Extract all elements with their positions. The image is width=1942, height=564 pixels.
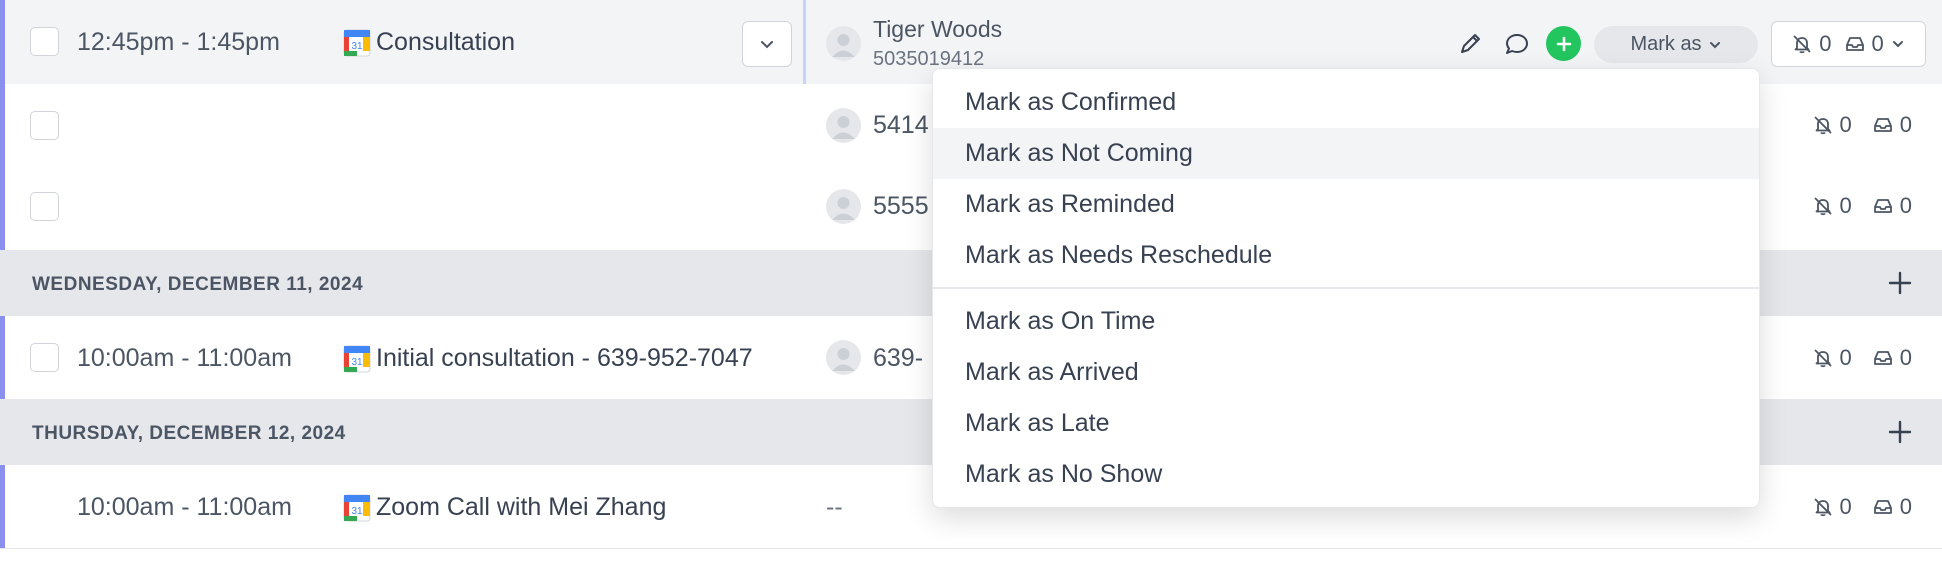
pencil-icon[interactable]	[1456, 30, 1484, 58]
appointment-title[interactable]: Consultation	[376, 28, 515, 57]
inbox-icon	[1845, 37, 1864, 51]
contact-empty: --	[826, 493, 843, 521]
avatar	[826, 108, 861, 143]
inbox-icon	[1873, 118, 1892, 132]
notif-count: 0	[1839, 112, 1852, 137]
row-checkbox[interactable]	[30, 343, 59, 372]
row-counts: 0 0	[1812, 112, 1912, 138]
appointment-time: 12:45pm - 1:45pm	[77, 28, 280, 56]
row-counts: 0 0	[1812, 345, 1912, 371]
add-button[interactable]	[1546, 26, 1581, 61]
notif-count: 0	[1839, 193, 1852, 218]
avatar	[826, 340, 861, 375]
notifications-button[interactable]: 0 0	[1771, 21, 1926, 67]
menu-divider	[933, 287, 1759, 289]
row-counts: 0 0	[1812, 494, 1912, 520]
section-date-label: THURSDAY, DECEMBER 12, 2024	[32, 423, 346, 444]
contact-name[interactable]: Tiger Woods	[873, 16, 1002, 43]
avatar	[826, 26, 861, 61]
bell-off-icon	[1813, 498, 1832, 517]
avatar	[826, 189, 861, 224]
menu-item-mark-no-show[interactable]: Mark as No Show	[933, 449, 1759, 500]
plus-icon	[1556, 36, 1571, 51]
mark-as-button[interactable]: Mark as	[1594, 26, 1758, 63]
appointment-time: 10:00am - 11:00am	[77, 344, 292, 372]
bell-off-icon	[1793, 35, 1811, 54]
notif-count: 0	[1819, 31, 1832, 56]
appointment-title[interactable]: Initial consultation - 639-952-7047	[376, 344, 753, 373]
inbox-count: 0	[1899, 112, 1912, 137]
svg-text:31: 31	[351, 506, 363, 517]
row-checkbox[interactable]	[30, 27, 59, 56]
row-checkbox[interactable]	[30, 111, 59, 140]
menu-item-mark-reminded[interactable]: Mark as Reminded	[933, 179, 1759, 230]
mark-as-dropdown-menu: Mark as Confirmed Mark as Not Coming Mar…	[932, 68, 1760, 508]
menu-item-mark-not-coming[interactable]: Mark as Not Coming	[933, 128, 1759, 179]
row-accent-bar	[0, 167, 5, 250]
row-accent-bar	[0, 316, 5, 399]
appointment-time: 10:00am - 11:00am	[77, 493, 292, 521]
row-counts: 0 0	[1812, 193, 1912, 219]
menu-item-mark-on-time[interactable]: Mark as On Time	[933, 296, 1759, 347]
add-appointment-plus-icon[interactable]	[1886, 418, 1914, 446]
mark-as-label: Mark as	[1630, 33, 1702, 55]
row-accent-bar	[0, 84, 5, 167]
inbox-count: 0	[1899, 193, 1912, 218]
chat-bubble-icon[interactable]	[1503, 30, 1531, 58]
chevron-down-icon	[1892, 41, 1903, 48]
inbox-icon	[1873, 500, 1892, 514]
menu-item-mark-arrived[interactable]: Mark as Arrived	[933, 347, 1759, 398]
appointment-title[interactable]: Zoom Call with Mei Zhang	[376, 493, 666, 522]
inbox-count: 0	[1899, 494, 1912, 519]
inbox-icon	[1873, 199, 1892, 213]
google-calendar-icon: 31	[343, 494, 371, 522]
svg-text:31: 31	[351, 357, 363, 368]
menu-item-mark-needs-reschedule[interactable]: Mark as Needs Reschedule	[933, 230, 1759, 281]
contact-name[interactable]: 5555	[873, 192, 929, 221]
bell-off-icon	[1813, 197, 1832, 216]
bell-off-icon	[1813, 349, 1832, 368]
row-accent-bar	[0, 0, 5, 84]
row-checkbox[interactable]	[30, 192, 59, 221]
contact-name[interactable]: 639-	[873, 344, 923, 373]
inbox-count: 0	[1899, 345, 1912, 370]
google-calendar-icon: 31	[343, 29, 371, 57]
menu-item-mark-late[interactable]: Mark as Late	[933, 398, 1759, 449]
inbox-icon	[1873, 351, 1892, 365]
bell-off-icon	[1813, 116, 1832, 135]
google-calendar-icon: 31	[343, 345, 371, 373]
contact-name[interactable]: 5414	[873, 111, 929, 140]
notif-count: 0	[1839, 494, 1852, 519]
notif-count: 0	[1839, 345, 1852, 370]
column-divider	[803, 0, 806, 84]
add-appointment-plus-icon[interactable]	[1886, 269, 1914, 297]
inbox-count: 0	[1871, 31, 1884, 56]
svg-text:31: 31	[351, 41, 363, 52]
chevron-down-icon	[1709, 41, 1720, 48]
row-expand-button[interactable]	[742, 21, 792, 67]
menu-item-mark-confirmed[interactable]: Mark as Confirmed	[933, 77, 1759, 128]
chevron-down-icon	[761, 41, 773, 49]
row-accent-bar	[0, 465, 5, 548]
section-date-label: WEDNESDAY, DECEMBER 11, 2024	[32, 274, 364, 295]
